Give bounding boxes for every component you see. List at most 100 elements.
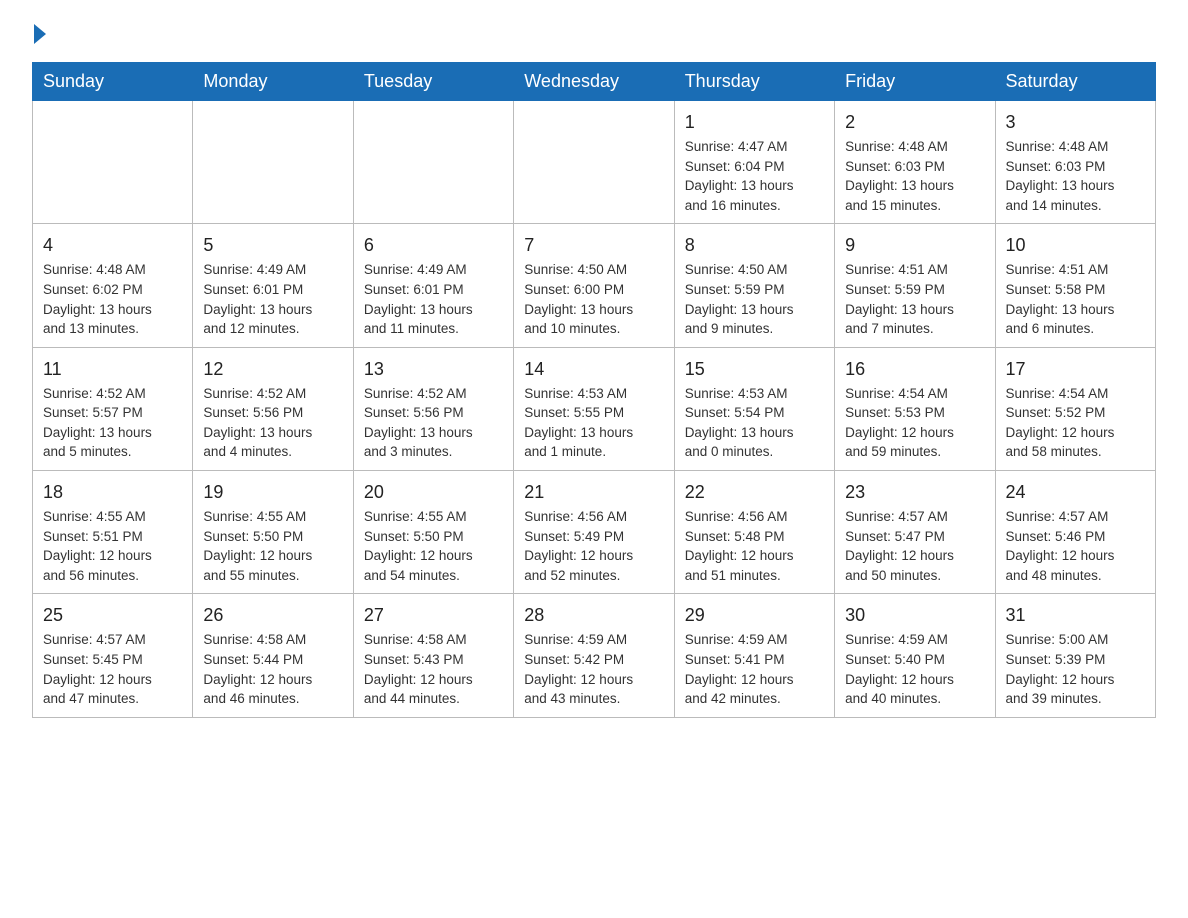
day-number: 16 <box>845 356 984 382</box>
calendar-cell: 15Sunrise: 4:53 AM Sunset: 5:54 PM Dayli… <box>674 347 834 470</box>
day-info: Sunrise: 4:59 AM Sunset: 5:41 PM Dayligh… <box>685 630 824 708</box>
day-info: Sunrise: 4:55 AM Sunset: 5:51 PM Dayligh… <box>43 507 182 585</box>
day-number: 25 <box>43 602 182 628</box>
calendar-cell <box>514 101 674 224</box>
day-info: Sunrise: 4:57 AM Sunset: 5:47 PM Dayligh… <box>845 507 984 585</box>
day-info: Sunrise: 4:56 AM Sunset: 5:48 PM Dayligh… <box>685 507 824 585</box>
day-number: 21 <box>524 479 663 505</box>
calendar-cell <box>193 101 353 224</box>
day-info: Sunrise: 4:58 AM Sunset: 5:44 PM Dayligh… <box>203 630 342 708</box>
calendar-week-1: 1Sunrise: 4:47 AM Sunset: 6:04 PM Daylig… <box>33 101 1156 224</box>
day-number: 5 <box>203 232 342 258</box>
day-number: 24 <box>1006 479 1145 505</box>
day-number: 6 <box>364 232 503 258</box>
day-info: Sunrise: 4:57 AM Sunset: 5:46 PM Dayligh… <box>1006 507 1145 585</box>
day-info: Sunrise: 4:51 AM Sunset: 5:58 PM Dayligh… <box>1006 260 1145 338</box>
calendar-week-4: 18Sunrise: 4:55 AM Sunset: 5:51 PM Dayli… <box>33 471 1156 594</box>
header: Blue <box>32 24 1156 44</box>
day-number: 20 <box>364 479 503 505</box>
calendar-cell: 3Sunrise: 4:48 AM Sunset: 6:03 PM Daylig… <box>995 101 1155 224</box>
day-number: 29 <box>685 602 824 628</box>
calendar-cell: 14Sunrise: 4:53 AM Sunset: 5:55 PM Dayli… <box>514 347 674 470</box>
logo-arrow-icon <box>34 24 46 44</box>
calendar-week-3: 11Sunrise: 4:52 AM Sunset: 5:57 PM Dayli… <box>33 347 1156 470</box>
calendar-cell: 25Sunrise: 4:57 AM Sunset: 5:45 PM Dayli… <box>33 594 193 717</box>
day-info: Sunrise: 4:59 AM Sunset: 5:42 PM Dayligh… <box>524 630 663 708</box>
day-info: Sunrise: 4:52 AM Sunset: 5:56 PM Dayligh… <box>364 384 503 462</box>
day-info: Sunrise: 4:55 AM Sunset: 5:50 PM Dayligh… <box>364 507 503 585</box>
day-info: Sunrise: 4:52 AM Sunset: 5:56 PM Dayligh… <box>203 384 342 462</box>
calendar-cell: 6Sunrise: 4:49 AM Sunset: 6:01 PM Daylig… <box>353 224 513 347</box>
day-number: 2 <box>845 109 984 135</box>
day-number: 31 <box>1006 602 1145 628</box>
calendar-cell: 16Sunrise: 4:54 AM Sunset: 5:53 PM Dayli… <box>835 347 995 470</box>
day-number: 11 <box>43 356 182 382</box>
day-info: Sunrise: 4:50 AM Sunset: 6:00 PM Dayligh… <box>524 260 663 338</box>
day-number: 3 <box>1006 109 1145 135</box>
calendar-cell: 20Sunrise: 4:55 AM Sunset: 5:50 PM Dayli… <box>353 471 513 594</box>
logo: Blue <box>32 24 46 44</box>
calendar-cell: 13Sunrise: 4:52 AM Sunset: 5:56 PM Dayli… <box>353 347 513 470</box>
day-info: Sunrise: 4:50 AM Sunset: 5:59 PM Dayligh… <box>685 260 824 338</box>
calendar-cell: 9Sunrise: 4:51 AM Sunset: 5:59 PM Daylig… <box>835 224 995 347</box>
day-number: 18 <box>43 479 182 505</box>
calendar-cell: 28Sunrise: 4:59 AM Sunset: 5:42 PM Dayli… <box>514 594 674 717</box>
calendar-cell: 23Sunrise: 4:57 AM Sunset: 5:47 PM Dayli… <box>835 471 995 594</box>
weekday-header-row: SundayMondayTuesdayWednesdayThursdayFrid… <box>33 63 1156 101</box>
day-info: Sunrise: 4:57 AM Sunset: 5:45 PM Dayligh… <box>43 630 182 708</box>
day-info: Sunrise: 4:49 AM Sunset: 6:01 PM Dayligh… <box>203 260 342 338</box>
weekday-header-wednesday: Wednesday <box>514 63 674 101</box>
day-number: 10 <box>1006 232 1145 258</box>
calendar-cell: 30Sunrise: 4:59 AM Sunset: 5:40 PM Dayli… <box>835 594 995 717</box>
weekday-header-thursday: Thursday <box>674 63 834 101</box>
calendar-cell <box>353 101 513 224</box>
calendar-cell: 4Sunrise: 4:48 AM Sunset: 6:02 PM Daylig… <box>33 224 193 347</box>
calendar-cell: 19Sunrise: 4:55 AM Sunset: 5:50 PM Dayli… <box>193 471 353 594</box>
day-number: 14 <box>524 356 663 382</box>
day-number: 27 <box>364 602 503 628</box>
day-info: Sunrise: 4:49 AM Sunset: 6:01 PM Dayligh… <box>364 260 503 338</box>
day-number: 23 <box>845 479 984 505</box>
weekday-header-saturday: Saturday <box>995 63 1155 101</box>
calendar-cell: 22Sunrise: 4:56 AM Sunset: 5:48 PM Dayli… <box>674 471 834 594</box>
day-info: Sunrise: 4:54 AM Sunset: 5:53 PM Dayligh… <box>845 384 984 462</box>
calendar-cell: 2Sunrise: 4:48 AM Sunset: 6:03 PM Daylig… <box>835 101 995 224</box>
calendar-cell: 29Sunrise: 4:59 AM Sunset: 5:41 PM Dayli… <box>674 594 834 717</box>
day-number: 22 <box>685 479 824 505</box>
calendar-cell: 7Sunrise: 4:50 AM Sunset: 6:00 PM Daylig… <box>514 224 674 347</box>
calendar-cell: 21Sunrise: 4:56 AM Sunset: 5:49 PM Dayli… <box>514 471 674 594</box>
calendar-cell: 17Sunrise: 4:54 AM Sunset: 5:52 PM Dayli… <box>995 347 1155 470</box>
calendar-cell: 5Sunrise: 4:49 AM Sunset: 6:01 PM Daylig… <box>193 224 353 347</box>
day-info: Sunrise: 4:52 AM Sunset: 5:57 PM Dayligh… <box>43 384 182 462</box>
calendar-cell: 12Sunrise: 4:52 AM Sunset: 5:56 PM Dayli… <box>193 347 353 470</box>
day-info: Sunrise: 4:47 AM Sunset: 6:04 PM Dayligh… <box>685 137 824 215</box>
day-info: Sunrise: 4:51 AM Sunset: 5:59 PM Dayligh… <box>845 260 984 338</box>
day-info: Sunrise: 4:56 AM Sunset: 5:49 PM Dayligh… <box>524 507 663 585</box>
calendar-cell: 31Sunrise: 5:00 AM Sunset: 5:39 PM Dayli… <box>995 594 1155 717</box>
calendar-cell: 26Sunrise: 4:58 AM Sunset: 5:44 PM Dayli… <box>193 594 353 717</box>
calendar-cell: 11Sunrise: 4:52 AM Sunset: 5:57 PM Dayli… <box>33 347 193 470</box>
calendar-cell: 1Sunrise: 4:47 AM Sunset: 6:04 PM Daylig… <box>674 101 834 224</box>
day-info: Sunrise: 5:00 AM Sunset: 5:39 PM Dayligh… <box>1006 630 1145 708</box>
day-number: 7 <box>524 232 663 258</box>
day-info: Sunrise: 4:54 AM Sunset: 5:52 PM Dayligh… <box>1006 384 1145 462</box>
calendar-header: SundayMondayTuesdayWednesdayThursdayFrid… <box>33 63 1156 101</box>
day-info: Sunrise: 4:48 AM Sunset: 6:03 PM Dayligh… <box>1006 137 1145 215</box>
calendar-cell: 18Sunrise: 4:55 AM Sunset: 5:51 PM Dayli… <box>33 471 193 594</box>
logo-text <box>32 24 46 44</box>
day-info: Sunrise: 4:53 AM Sunset: 5:55 PM Dayligh… <box>524 384 663 462</box>
day-number: 30 <box>845 602 984 628</box>
day-number: 8 <box>685 232 824 258</box>
calendar-cell: 27Sunrise: 4:58 AM Sunset: 5:43 PM Dayli… <box>353 594 513 717</box>
calendar-body: 1Sunrise: 4:47 AM Sunset: 6:04 PM Daylig… <box>33 101 1156 718</box>
weekday-header-tuesday: Tuesday <box>353 63 513 101</box>
day-info: Sunrise: 4:55 AM Sunset: 5:50 PM Dayligh… <box>203 507 342 585</box>
weekday-header-monday: Monday <box>193 63 353 101</box>
day-number: 12 <box>203 356 342 382</box>
calendar-cell <box>33 101 193 224</box>
day-number: 13 <box>364 356 503 382</box>
day-number: 1 <box>685 109 824 135</box>
weekday-header-friday: Friday <box>835 63 995 101</box>
day-info: Sunrise: 4:48 AM Sunset: 6:03 PM Dayligh… <box>845 137 984 215</box>
day-number: 26 <box>203 602 342 628</box>
